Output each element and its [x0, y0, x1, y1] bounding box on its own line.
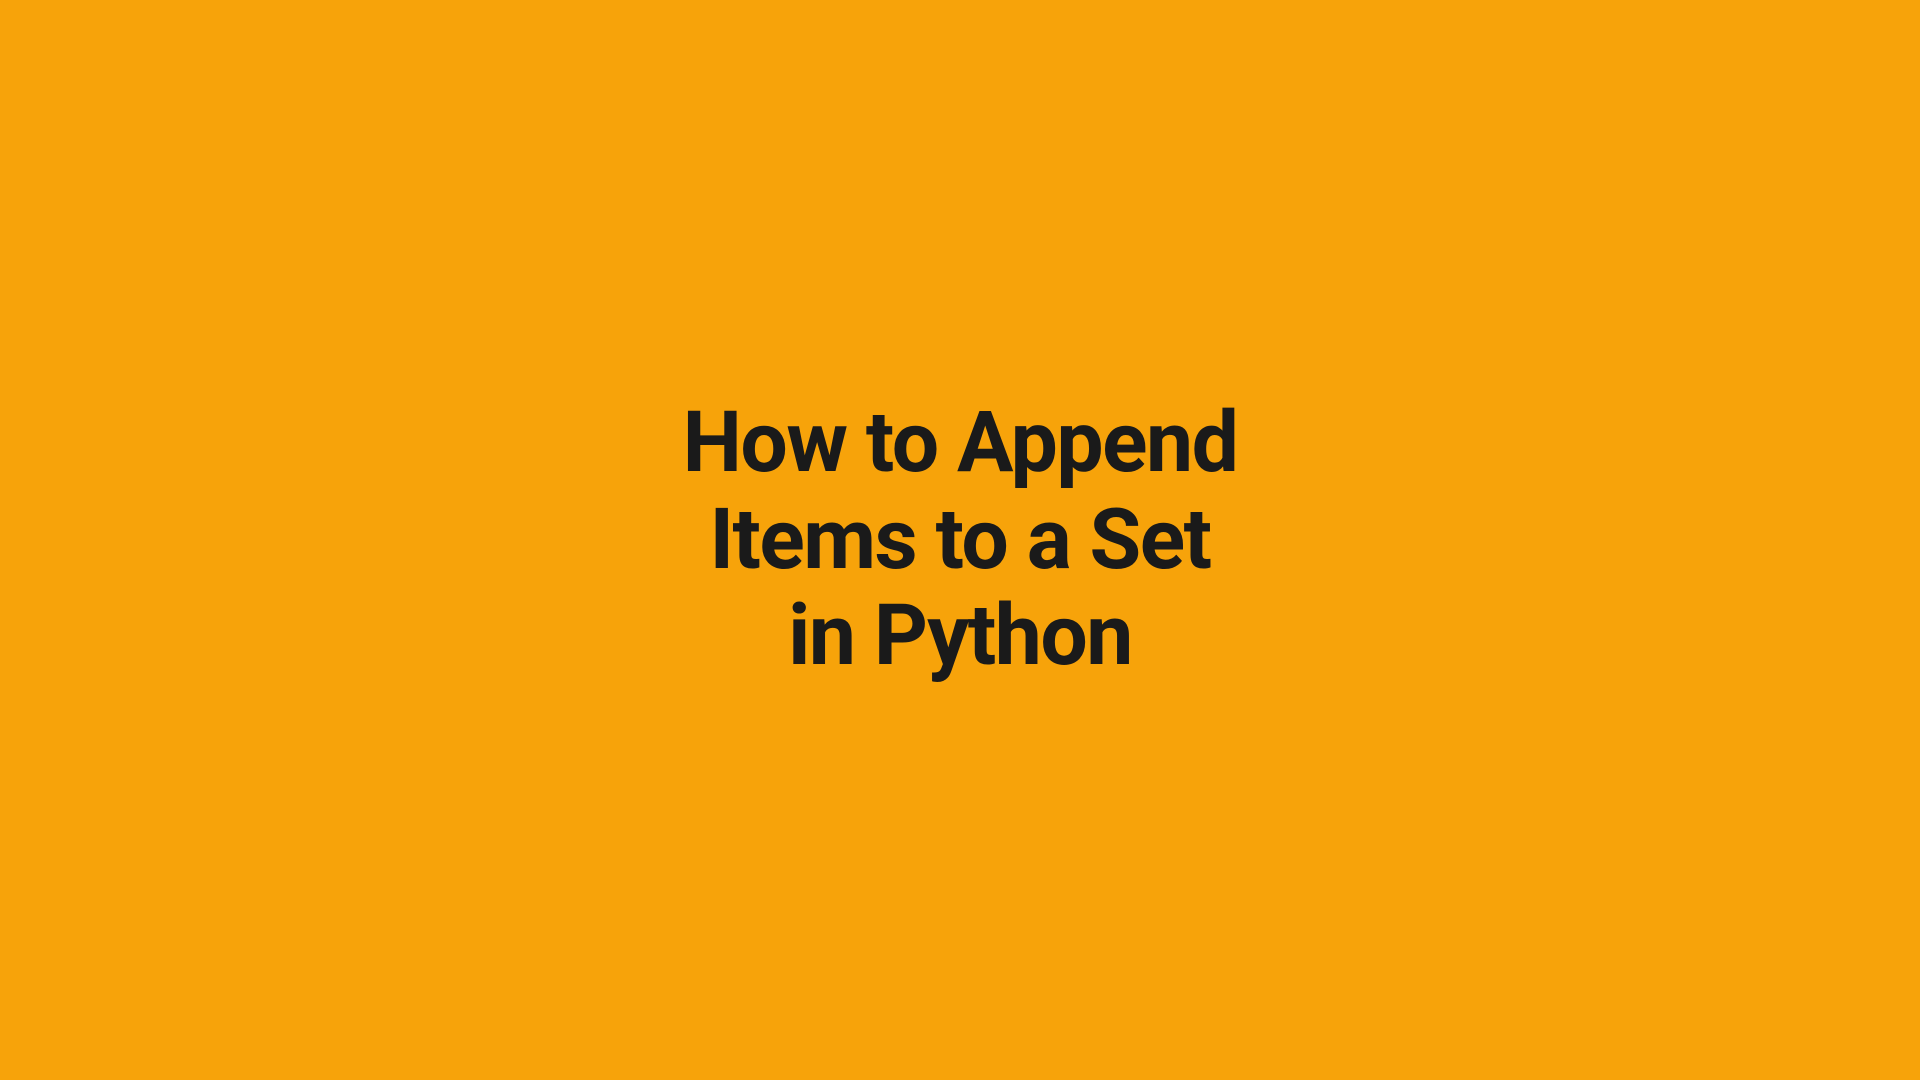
title-line-1: How to Append [683, 395, 1238, 492]
title-line-3: in Python [683, 588, 1238, 685]
title-line-2: Items to a Set [683, 492, 1238, 589]
title-container: How to Append Items to a Set in Python [683, 395, 1238, 685]
